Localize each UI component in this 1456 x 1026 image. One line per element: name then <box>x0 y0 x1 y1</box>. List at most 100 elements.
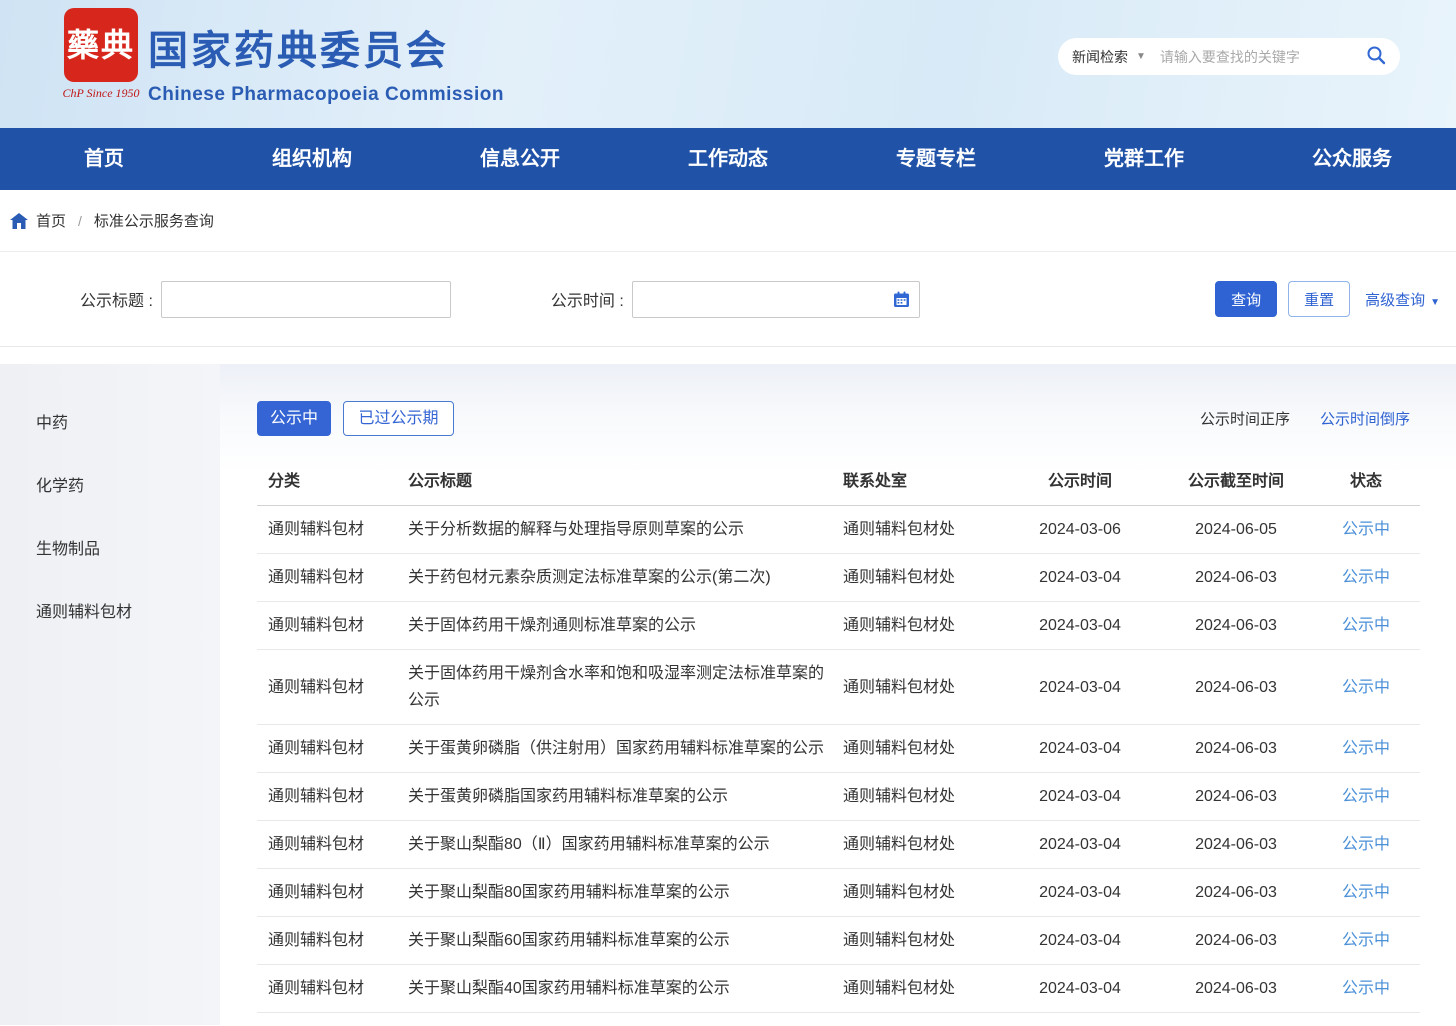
cell-status-link[interactable]: 公示中 <box>1312 917 1420 964</box>
nav-item-1[interactable]: 组织机构 <box>208 128 416 190</box>
main-nav: 首页组织机构信息公开工作动态专题专栏党群工作公众服务 <box>0 128 1456 190</box>
table-header-row: 分类公示标题联系处室公示时间公示截至时间状态 <box>257 458 1420 506</box>
status-badge[interactable]: 公示中 <box>1342 836 1390 853</box>
sidebar-item-1[interactable]: 化学药 <box>0 455 220 518</box>
cell-end-date: 2024-06-03 <box>1160 773 1312 820</box>
column-header-3: 公示时间 <box>1000 458 1160 505</box>
search-category-select[interactable]: 新闻检索 <box>1072 47 1128 67</box>
cell-status-link[interactable]: 公示中 <box>1312 965 1420 1012</box>
cell-notice-title-link[interactable]: 关于聚山梨酯80（Ⅱ）国家药用辅料标准草案的公示 <box>408 821 843 868</box>
cell-office: 通则辅料包材处 <box>843 506 1000 553</box>
sidebar-item-2[interactable]: 生物制品 <box>0 518 220 581</box>
cell-end-date: 2024-06-03 <box>1160 554 1312 601</box>
column-header-5: 状态 <box>1312 458 1420 505</box>
cell-category: 通则辅料包材 <box>257 554 408 601</box>
search-input[interactable] <box>1160 49 1366 65</box>
cell-category: 通则辅料包材 <box>257 602 408 649</box>
cell-office: 通则辅料包材处 <box>843 602 1000 649</box>
status-badge[interactable]: 公示中 <box>1342 521 1390 538</box>
nav-item-3[interactable]: 工作动态 <box>624 128 832 190</box>
cell-publish-date: 2024-03-04 <box>1000 917 1160 964</box>
table-row: 通则辅料包材关于蛋黄卵磷脂（供注射用）国家药用辅料标准草案的公示通则辅料包材处2… <box>257 725 1420 773</box>
cell-status-link[interactable]: 公示中 <box>1312 664 1420 711</box>
calendar-icon[interactable] <box>893 291 910 308</box>
tab-in-notice[interactable]: 公示中 <box>257 401 331 436</box>
status-badge[interactable]: 公示中 <box>1342 740 1390 757</box>
cell-notice-title-link[interactable]: 关于药包材元素杂质测定法标准草案的公示(第二次) <box>408 554 843 601</box>
cell-category: 通则辅料包材 <box>257 725 408 772</box>
status-badge[interactable]: 公示中 <box>1342 980 1390 997</box>
column-header-1: 公示标题 <box>408 458 843 505</box>
query-button[interactable]: 查询 <box>1215 281 1277 317</box>
nav-item-2[interactable]: 信息公开 <box>416 128 624 190</box>
nav-item-4[interactable]: 专题专栏 <box>832 128 1040 190</box>
search-button[interactable] <box>1366 45 1386 68</box>
advanced-search-link[interactable]: 高级查询▼ <box>1365 289 1440 310</box>
main-panel: 公示中 已过公示期 公示时间正序 公示时间倒序 分类公示标题联系处室公示时间公示… <box>220 364 1456 1025</box>
cell-notice-title-link[interactable]: 关于固体药用干燥剂含水率和饱和吸湿率测定法标准草案的公示 <box>408 650 843 724</box>
table-row: 通则辅料包材关于固体药用干燥剂含水率和饱和吸湿率测定法标准草案的公示通则辅料包材… <box>257 650 1420 725</box>
status-badge[interactable]: 公示中 <box>1342 884 1390 901</box>
cell-status-link[interactable]: 公示中 <box>1312 554 1420 601</box>
status-badge[interactable]: 公示中 <box>1342 679 1390 696</box>
cell-end-date: 2024-06-05 <box>1160 506 1312 553</box>
cell-status-link[interactable]: 公示中 <box>1312 821 1420 868</box>
sort-time-ascending[interactable]: 公示时间正序 <box>1200 408 1290 429</box>
notice-title-input[interactable] <box>161 281 451 318</box>
breadcrumb-home[interactable]: 首页 <box>36 210 66 231</box>
notice-date-input[interactable] <box>632 281 920 318</box>
sidebar-item-0[interactable]: 中药 <box>0 392 220 455</box>
tabs-row: 公示中 已过公示期 公示时间正序 公示时间倒序 <box>257 401 1420 436</box>
cell-publish-date: 2024-03-04 <box>1000 602 1160 649</box>
cell-notice-title-link[interactable]: 关于蛋黄卵磷脂（供注射用）国家药用辅料标准草案的公示 <box>408 725 843 772</box>
nav-item-6[interactable]: 公众服务 <box>1248 128 1456 190</box>
cell-category: 通则辅料包材 <box>257 506 408 553</box>
site-title: 国家药典委员会 <box>148 18 504 76</box>
breadcrumb-current: 标准公示服务查询 <box>94 210 214 231</box>
cell-notice-title-link[interactable]: 关于聚山梨酯60国家药用辅料标准草案的公示 <box>408 917 843 964</box>
sidebar-item-3[interactable]: 通则辅料包材 <box>0 581 220 644</box>
cell-status-link[interactable]: 公示中 <box>1312 506 1420 553</box>
cell-status-link[interactable]: 公示中 <box>1312 602 1420 649</box>
home-icon[interactable] <box>10 213 28 229</box>
logo[interactable]: 藥典 ChP Since 1950 <box>56 8 146 101</box>
table-row: 通则辅料包材关于蛋黄卵磷脂国家药用辅料标准草案的公示通则辅料包材处2024-03… <box>257 773 1420 821</box>
cell-end-date: 2024-06-03 <box>1160 965 1312 1012</box>
cell-category: 通则辅料包材 <box>257 917 408 964</box>
category-sidebar: 中药化学药生物制品通则辅料包材 <box>0 364 220 1025</box>
cell-publish-date: 2024-03-04 <box>1000 869 1160 916</box>
status-badge[interactable]: 公示中 <box>1342 932 1390 949</box>
seal-caption: ChP Since 1950 <box>56 86 146 101</box>
nav-item-0[interactable]: 首页 <box>0 128 208 190</box>
table-row: 通则辅料包材关于聚山梨酯80（Ⅱ）国家药用辅料标准草案的公示通则辅料包材处202… <box>257 821 1420 869</box>
cell-status-link[interactable]: 公示中 <box>1312 725 1420 772</box>
cell-publish-date: 2024-03-04 <box>1000 664 1160 711</box>
notice-table: 分类公示标题联系处室公示时间公示截至时间状态 通则辅料包材关于分析数据的解释与处… <box>257 458 1420 1013</box>
brand-block: 国家药典委员会 Chinese Pharmacopoeia Commission <box>148 18 504 106</box>
cell-notice-title-link[interactable]: 关于分析数据的解释与处理指导原则草案的公示 <box>408 506 843 553</box>
breadcrumb: 首页 / 标准公示服务查询 <box>0 190 1456 252</box>
nav-item-5[interactable]: 党群工作 <box>1040 128 1248 190</box>
site-search: 新闻检索 ▼ <box>1058 38 1400 75</box>
status-badge[interactable]: 公示中 <box>1342 788 1390 805</box>
cell-status-link[interactable]: 公示中 <box>1312 869 1420 916</box>
cell-status-link[interactable]: 公示中 <box>1312 773 1420 820</box>
cell-notice-title-link[interactable]: 关于聚山梨酯40国家药用辅料标准草案的公示 <box>408 965 843 1012</box>
cell-notice-title-link[interactable]: 关于固体药用干燥剂通则标准草案的公示 <box>408 602 843 649</box>
tab-expired-notice[interactable]: 已过公示期 <box>343 401 454 436</box>
table-row: 通则辅料包材关于分析数据的解释与处理指导原则草案的公示通则辅料包材处 2024-0… <box>257 506 1420 554</box>
sort-time-descending[interactable]: 公示时间倒序 <box>1320 408 1410 429</box>
content-area: 中药化学药生物制品通则辅料包材 公示中 已过公示期 公示时间正序 公示时间倒序 … <box>0 364 1456 1025</box>
table-row: 通则辅料包材关于药包材元素杂质测定法标准草案的公示(第二次)通则辅料包材处202… <box>257 554 1420 602</box>
status-badge[interactable]: 公示中 <box>1342 617 1390 634</box>
filter-time-label: 公示时间 : <box>551 287 624 311</box>
cell-notice-title-link[interactable]: 关于蛋黄卵磷脂国家药用辅料标准草案的公示 <box>408 773 843 820</box>
column-header-2: 联系处室 <box>843 458 1000 505</box>
cell-publish-date: 2024-03-04 <box>1000 725 1160 772</box>
cell-notice-title-link[interactable]: 关于聚山梨酯80国家药用辅料标准草案的公示 <box>408 869 843 916</box>
filter-bar: 公示标题 : 公示时间 : 查询 重置 高级查询▼ <box>0 252 1456 347</box>
status-badge[interactable]: 公示中 <box>1342 569 1390 586</box>
table-row: 通则辅料包材关于固体药用干燥剂通则标准草案的公示通则辅料包材处2024-03-0… <box>257 602 1420 650</box>
chevron-down-icon[interactable]: ▼ <box>1136 51 1146 62</box>
reset-button[interactable]: 重置 <box>1288 281 1350 317</box>
